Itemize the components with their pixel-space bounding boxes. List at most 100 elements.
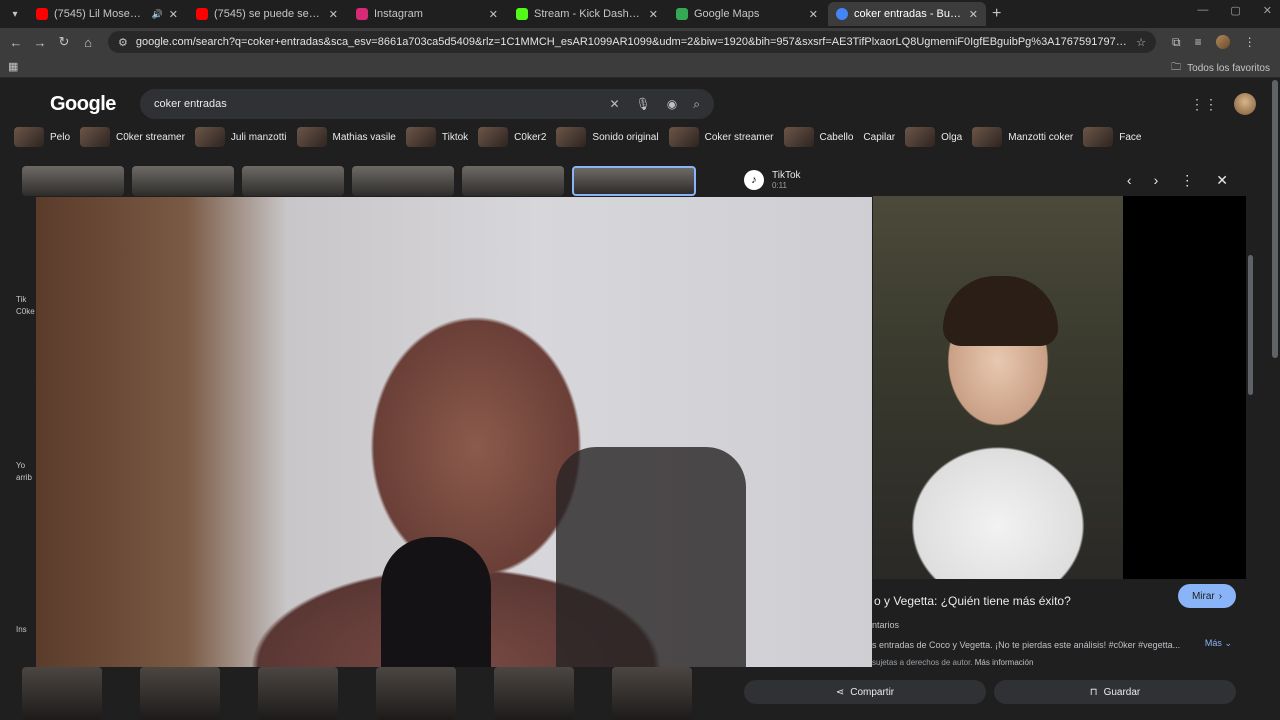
speaker-icon[interactable]: 🔊 — [152, 9, 163, 20]
chip-thumbnail — [194, 127, 225, 147]
preview-image[interactable] — [873, 196, 1123, 579]
clear-icon[interactable]: ✕ — [609, 97, 619, 112]
tab-0[interactable]: (7545) Lil Mosey - Stuck In 🔊 ✕ — [28, 2, 186, 26]
chip[interactable]: Sonido original — [556, 127, 659, 147]
tab-label: (7545) Lil Mosey - Stuck In — [54, 8, 146, 20]
image-result[interactable] — [462, 166, 564, 196]
image-result[interactable] — [22, 667, 102, 720]
chip[interactable]: Capilar — [863, 132, 895, 143]
close-tab-icon[interactable]: ✕ — [649, 8, 658, 21]
lens-icon[interactable]: ◉ — [667, 97, 677, 112]
forward-icon[interactable]: → — [28, 35, 52, 50]
close-tab-icon[interactable]: ✕ — [169, 8, 178, 21]
chip-label: Tiktok — [441, 131, 469, 143]
image-result[interactable] — [140, 667, 220, 720]
more-options-icon[interactable]: ⋮ — [1180, 172, 1194, 189]
related-chips: Pelo C0ker streamer Juli manzotti Mathia… — [14, 126, 1256, 148]
chevron-right-icon: › — [1218, 590, 1223, 602]
youtube-icon — [36, 8, 48, 20]
microphone-icon[interactable]: 🎙 — [636, 97, 651, 112]
image-result[interactable] — [352, 166, 454, 196]
extensions-icon[interactable]: ⧉ — [1172, 35, 1181, 50]
chip[interactable]: C0ker streamer — [80, 127, 185, 147]
maximize-icon[interactable]: ▢ — [1230, 4, 1240, 17]
profile-avatar[interactable] — [1215, 35, 1230, 49]
next-icon[interactable]: › — [1154, 172, 1159, 189]
image-result[interactable] — [22, 166, 124, 196]
caption[interactable]: C0ke — [16, 307, 35, 316]
image-result-selected[interactable] — [572, 166, 696, 196]
tab-5[interactable]: coker entradas - Buscar con Go ✕ — [828, 2, 986, 26]
search-icon[interactable]: ⌕ — [693, 97, 700, 112]
image-result[interactable] — [376, 667, 456, 720]
site-info-icon[interactable]: ⚙ — [118, 36, 128, 49]
chip-label: Juli manzotti — [230, 131, 287, 143]
apps-grid-icon[interactable]: ▦ — [8, 60, 18, 73]
reading-list-icon[interactable]: ≡ — [1195, 35, 1202, 49]
chip[interactable]: Coker streamer — [668, 127, 774, 147]
search-query[interactable]: coker entradas — [154, 98, 609, 110]
tab-2[interactable]: Instagram ✕ — [348, 2, 506, 26]
previous-icon[interactable]: ‹ — [1127, 172, 1132, 189]
new-tab-icon[interactable]: + — [992, 5, 1001, 23]
chip[interactable]: Juli manzotti — [194, 127, 287, 147]
image-result[interactable] — [132, 166, 234, 196]
close-tab-icon[interactable]: ✕ — [329, 8, 338, 21]
back-icon[interactable]: ← — [4, 35, 28, 50]
more-info-link[interactable]: Más información — [975, 658, 1034, 667]
chip[interactable]: Cabello — [783, 127, 853, 147]
caption[interactable]: Yo — [16, 461, 25, 470]
chip[interactable]: Tiktok — [405, 127, 469, 147]
tab-1[interactable]: (7545) se puede ser mas marro ✕ — [188, 2, 346, 26]
caption[interactable]: arrib — [16, 473, 32, 482]
home-icon[interactable]: ⌂ — [76, 35, 100, 50]
address-bar[interactable]: ⚙ google.com/search?q=coker+entradas&sca… — [108, 31, 1156, 53]
close-tab-icon[interactable]: ✕ — [489, 8, 498, 21]
preview-source[interactable]: ♪ TikTok 0:11 — [744, 170, 801, 190]
chip[interactable]: C0ker2 — [478, 127, 546, 147]
panel-scrollbar[interactable] — [1248, 255, 1253, 395]
tab-label: Google Maps — [694, 8, 760, 20]
google-maps-icon — [676, 8, 688, 20]
image-result[interactable] — [242, 166, 344, 196]
chip[interactable]: Olga — [905, 127, 962, 147]
watch-label: Mirar — [1191, 590, 1215, 602]
tab-4[interactable]: Google Maps ✕ — [668, 2, 826, 26]
chip[interactable]: Pelo — [14, 127, 70, 147]
close-window-icon[interactable]: ✕ — [1263, 4, 1272, 17]
search-box[interactable]: coker entradas ✕ 🎙 ◉ ⌕ — [140, 89, 714, 119]
preview-description: s entradas de Coco y Vegetta. ¡No te pie… — [872, 640, 1181, 650]
page-scrollbar[interactable] — [1272, 80, 1278, 358]
close-tab-icon[interactable]: ✕ — [969, 8, 978, 21]
image-result[interactable] — [258, 667, 338, 720]
tab-search-icon[interactable]: ▾ — [4, 3, 26, 25]
image-result[interactable] — [612, 667, 692, 720]
close-tab-icon[interactable]: ✕ — [809, 8, 818, 21]
chip[interactable]: Mathias vasile — [296, 127, 396, 147]
all-bookmarks[interactable]: 🗀 Todos los favoritos — [1171, 60, 1270, 77]
tab-3[interactable]: Stream - Kick Dashboard ✕ — [508, 2, 666, 26]
image-result[interactable] — [494, 667, 574, 720]
browser-toolbar: ← → ↻ ⌂ ⚙ google.com/search?q=coker+entr… — [0, 28, 1280, 56]
close-preview-icon[interactable]: ✕ — [1216, 172, 1228, 189]
watch-button[interactable]: Mirar › — [1178, 584, 1236, 608]
minimize-icon[interactable]: — — [1197, 4, 1208, 17]
bookmark-star-icon[interactable]: ☆ — [1136, 36, 1146, 49]
save-button[interactable]: ⊓ Guardar — [994, 680, 1236, 704]
preview-actions: ⋖ Compartir ⊓ Guardar — [744, 680, 1236, 704]
all-bookmarks-label: Todos los favoritos — [1187, 63, 1270, 74]
more-button[interactable]: Más ⌄ — [1205, 638, 1232, 649]
copyright-notice: sujetas a derechos de autor. Más informa… — [872, 658, 1033, 667]
caption[interactable]: Tik — [16, 295, 26, 304]
google-apps-icon[interactable]: ⋮⋮ — [1190, 96, 1218, 113]
preview-title[interactable]: o y Vegetta: ¿Quién tiene más éxito? — [874, 594, 1071, 608]
caption[interactable]: Ins — [16, 625, 27, 634]
account-avatar[interactable] — [1234, 93, 1256, 115]
menu-icon[interactable]: ⋮ — [1244, 35, 1256, 49]
chip[interactable]: Manzotti coker — [972, 127, 1073, 147]
google-logo[interactable]: Google — [50, 93, 116, 116]
microphone-shape — [381, 537, 491, 667]
share-button[interactable]: ⋖ Compartir — [744, 680, 986, 704]
chip[interactable]: Face — [1083, 127, 1142, 147]
reload-icon[interactable]: ↻ — [52, 34, 76, 50]
